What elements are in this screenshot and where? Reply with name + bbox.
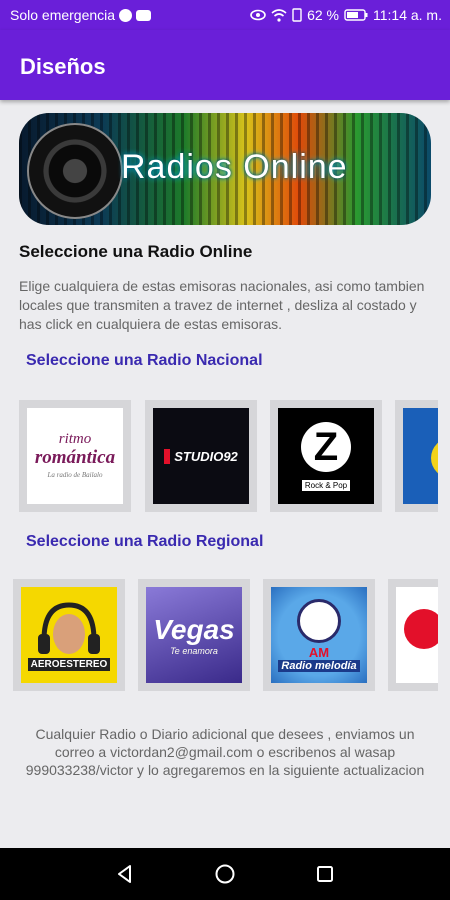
facebook-icon (119, 8, 133, 22)
vegas-logo: Vegas Te enamora (146, 587, 242, 683)
logo-letter-z: Z (301, 421, 351, 472)
logo-text-am: AM (308, 644, 330, 660)
section-heading: Seleccione una Radio Online (19, 242, 253, 261)
system-nav-bar (0, 848, 450, 900)
aeroestereo-logo: AEROESTEREO (21, 587, 117, 683)
logo-text-romantica: romántica (34, 447, 116, 469)
radio-card-partial-regional[interactable] (388, 579, 438, 691)
radio-melodia-logo: AM Radio melodía (271, 587, 367, 683)
radios-online-banner: Radios Online (19, 113, 431, 225)
intro-description: Elige cualquiera de estas emisoras nacio… (19, 278, 425, 332)
footer-note: Cualquier Radio o Diario adicional que d… (25, 726, 425, 778)
banner-title: Radios Online (121, 148, 348, 186)
battery-percentage: 62 % (307, 7, 339, 23)
regional-radio-carousel[interactable]: AEROESTEREO Vegas Te enamora AM Radio me… (0, 579, 438, 691)
radio-card-partial[interactable] (395, 400, 438, 512)
wifi-icon (271, 8, 287, 22)
carrier-label: Solo emergencia (10, 7, 116, 23)
ritmo-romantica-logo: ritmo romántica La radio de Bailalo (27, 408, 123, 504)
radio-card-z-rock-pop[interactable]: Z Rock & Pop (270, 400, 382, 512)
recent-apps-icon[interactable] (315, 864, 335, 884)
logo-tag-rock-pop: Rock & Pop (301, 479, 351, 491)
logo-tagline-vegas: Te enamora (170, 646, 218, 656)
battery-icon (344, 9, 368, 21)
status-bar: Solo emergencia 62 % 11:14 a. m. (0, 0, 450, 30)
home-icon[interactable] (215, 864, 235, 884)
back-icon[interactable] (115, 864, 135, 884)
page-title: Diseños (20, 54, 106, 79)
sim-icon (292, 8, 302, 22)
logo-text-studio92: STUDIO92 (164, 448, 238, 464)
radio-card-vegas[interactable]: Vegas Te enamora (138, 579, 250, 691)
studio-92-logo: STUDIO92 (153, 408, 249, 504)
logo-text-ritmo: ritmo (58, 431, 92, 448)
logo-text-melodia: Radio melodía (278, 659, 360, 672)
partial-logo-regional (396, 587, 438, 683)
speaker-icon (27, 123, 123, 219)
radio-card-radio-melodia[interactable]: AM Radio melodía (263, 579, 375, 691)
national-radio-carousel[interactable]: ritmo romántica La radio de Bailalo STUD… (0, 400, 438, 512)
radio-card-aeroestereo[interactable]: AEROESTEREO (13, 579, 125, 691)
app-bar: Diseños (0, 30, 450, 100)
headphones-icon (38, 601, 100, 654)
radio-card-studio-92[interactable]: STUDIO92 (145, 400, 257, 512)
partial-logo (403, 408, 438, 504)
clock: 11:14 a. m. (372, 7, 442, 23)
national-section-title: Seleccione una Radio Nacional (26, 352, 263, 369)
logo-tagline: La radio de Bailalo (47, 471, 103, 480)
logo-text-vegas: Vegas (153, 614, 235, 645)
eye-icon (250, 9, 266, 21)
radio-card-ritmo-romantica[interactable]: ritmo romántica La radio de Bailalo (19, 400, 131, 512)
youtube-icon (136, 9, 152, 21)
z-rock-pop-logo: Z Rock & Pop (278, 408, 374, 504)
logo-text-aeroestereo: AEROESTEREO (27, 657, 111, 671)
regional-section-title: Seleccione una Radio Regional (26, 533, 264, 550)
